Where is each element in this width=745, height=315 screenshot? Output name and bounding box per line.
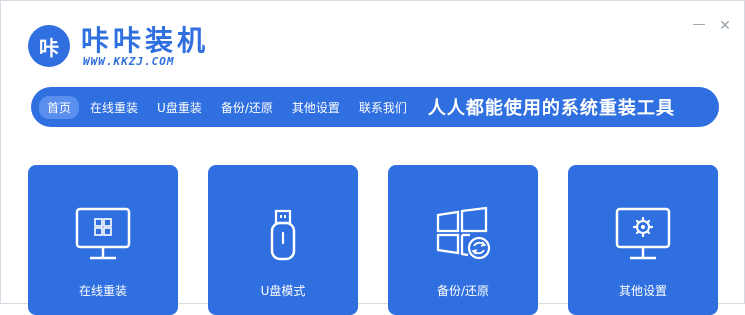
main-nav: 首页 在线重装 U盘重装 备份/还原 其他设置 联系我们 人人都能使用的系统重装… xyxy=(31,87,719,127)
app-url: WWW.KKZJ.COM xyxy=(83,55,175,68)
card-other-settings[interactable]: 其他设置 xyxy=(568,165,718,315)
app-window: 咔 咔咔装机 WWW.KKZJ.COM — ✕ 首页 在线重装 U盘重装 备份/… xyxy=(0,0,745,315)
monitor-gear-icon xyxy=(615,207,671,260)
windows-refresh-icon xyxy=(436,206,491,260)
nav-item-online-reinstall[interactable]: 在线重装 xyxy=(90,99,138,116)
close-icon[interactable]: ✕ xyxy=(718,19,732,33)
card-backup-restore[interactable]: 备份/还原 xyxy=(388,165,538,315)
card-label: 在线重装 xyxy=(78,284,127,298)
card-label: 备份/还原 xyxy=(436,284,490,298)
card-online-reinstall[interactable]: 在线重装 xyxy=(28,165,178,315)
card-label: U盘模式 xyxy=(260,284,306,298)
app-title: 咔咔装机 xyxy=(81,24,210,57)
app-logo: 咔 xyxy=(28,25,70,67)
card-label: 其他设置 xyxy=(618,284,667,298)
usb-drive-icon xyxy=(270,209,296,261)
nav-item-usb-reinstall[interactable]: U盘重装 xyxy=(157,99,202,116)
nav-item-home[interactable]: 首页 xyxy=(39,95,80,119)
card-usb-mode[interactable]: U盘模式 xyxy=(208,165,358,315)
nav-item-other-settings[interactable]: 其他设置 xyxy=(292,99,340,116)
minimize-icon[interactable]: — xyxy=(692,18,706,33)
window-controls: — ✕ xyxy=(692,18,732,33)
monitor-windows-icon xyxy=(75,207,131,260)
nav-item-contact[interactable]: 联系我们 xyxy=(359,99,407,116)
nav-item-backup-restore[interactable]: 备份/还原 xyxy=(221,99,273,116)
logo-glyph: 咔 xyxy=(39,35,59,60)
nav-slogan: 人人都能使用的系统重装工具 xyxy=(427,98,675,119)
